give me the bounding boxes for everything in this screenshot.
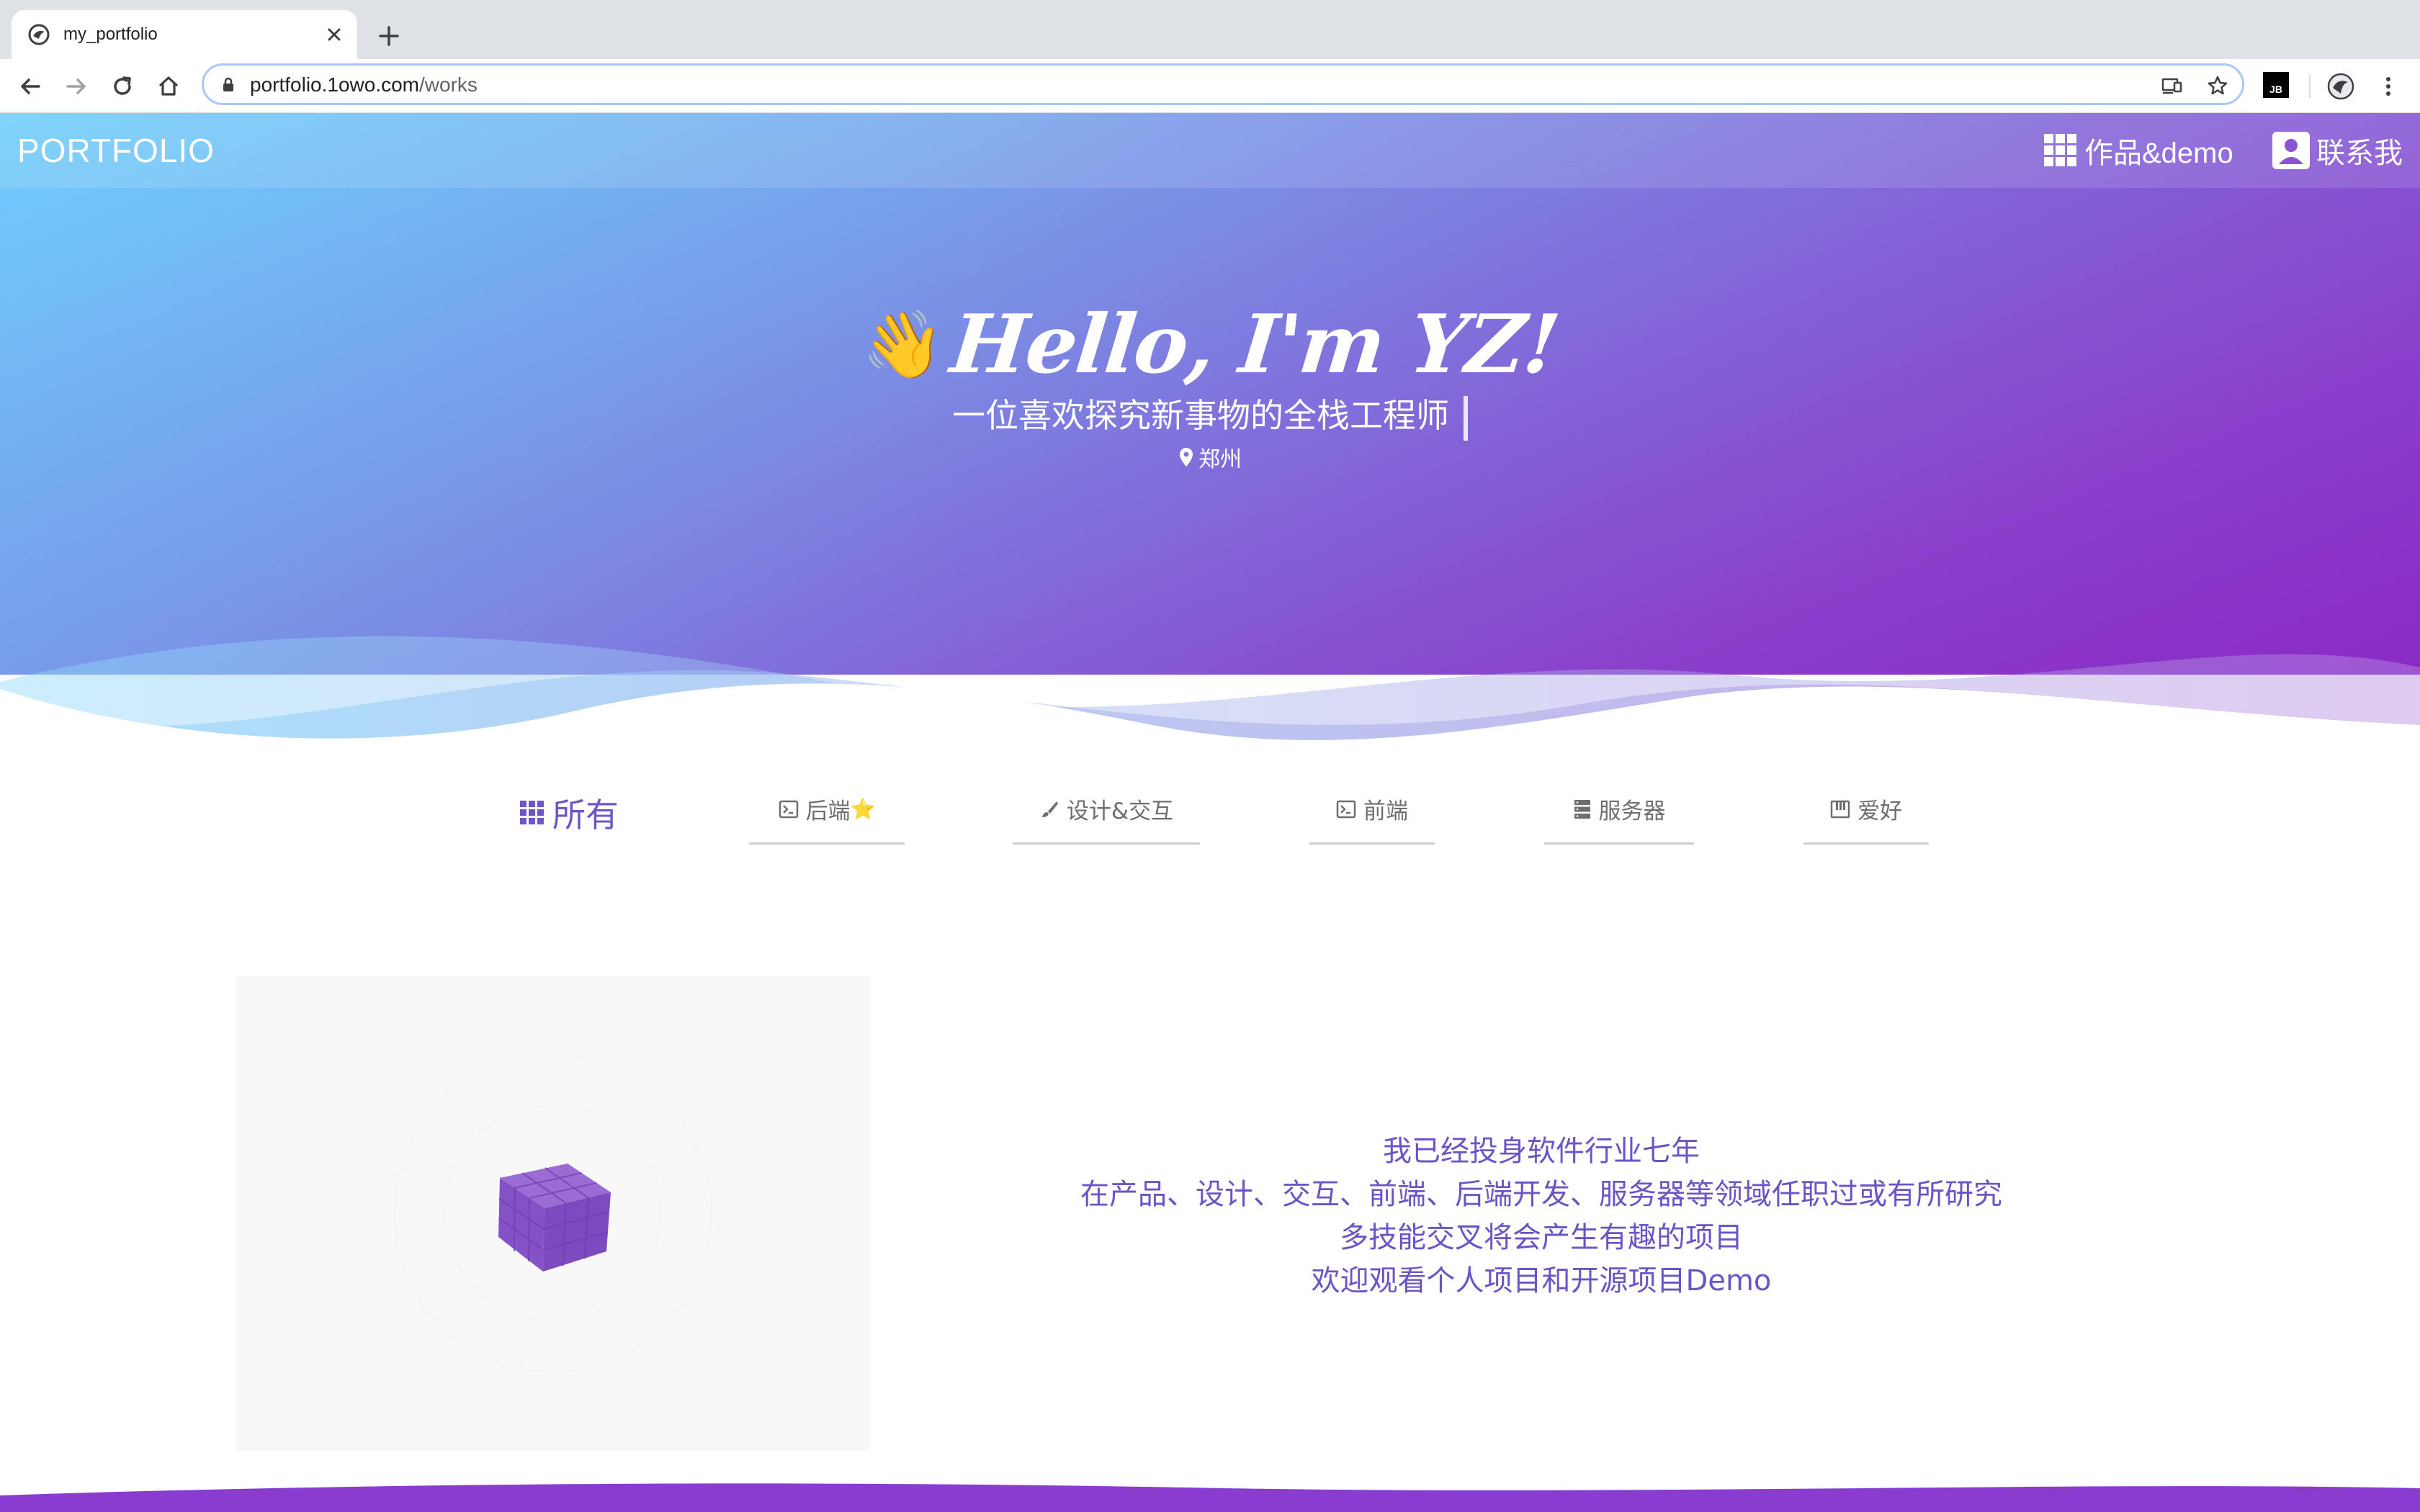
browser-menu-icon[interactable] (2374, 72, 2403, 101)
intro-line: 欢迎观看个人项目和开源项目Demo (1311, 1264, 1772, 1297)
tab-title: my_portfolio (63, 24, 158, 44)
filter-all[interactable]: 所有 (504, 778, 634, 847)
piano-icon (1830, 800, 1850, 818)
filter-design[interactable]: 设计&交互 (1013, 775, 1200, 845)
toolbar-divider (2309, 75, 2311, 98)
url-text[interactable]: portfolio.1owo.com/works (250, 73, 478, 97)
forward-icon[interactable] (62, 72, 91, 101)
filter-backend[interactable]: 后端 ⭐ (749, 775, 905, 845)
filter-server-label: 服务器 (1598, 798, 1666, 824)
rubiks-cube-animation[interactable] (236, 976, 870, 1451)
nav-contact-link[interactable]: 联系我 (2272, 130, 2403, 171)
filter-design-label: 设计&交互 (1066, 798, 1174, 824)
back-icon[interactable] (16, 72, 45, 101)
nav-contact-label: 联系我 (2316, 138, 2403, 169)
filter-server[interactable]: 服务器 (1544, 775, 1694, 845)
user-icon (2272, 132, 2310, 169)
hero-subtitle: 一位喜欢探究新事物的全栈工程师 (0, 394, 2420, 441)
browser-tab[interactable]: my_portfolio (12, 10, 357, 59)
terminal-icon (779, 800, 798, 818)
intro-line: 多技能交叉将会产生有趣的项目 (1340, 1221, 1743, 1254)
site-favicon-icon (28, 24, 50, 45)
home-icon[interactable] (154, 72, 183, 101)
intro-line: 我已经投身软件行业七年 (1383, 1135, 1700, 1168)
server-icon (1574, 799, 1590, 819)
profile-avatar-icon[interactable] (2326, 72, 2355, 101)
close-tab-icon[interactable] (321, 22, 347, 48)
cast-icon[interactable] (2160, 74, 2183, 97)
location-pin-icon (1180, 448, 1193, 467)
star-icon: ⭐ (850, 797, 876, 821)
lock-icon[interactable] (220, 76, 237, 94)
browser-toolbar: portfolio.1owo.com/works JB (0, 59, 2420, 113)
filter-frontend[interactable]: 前端 (1309, 775, 1435, 845)
jetbrains-extension-icon[interactable]: JB (2263, 72, 2289, 98)
brush-icon (1041, 801, 1058, 817)
hero-subtitle-text: 一位喜欢探究新事物的全栈工程师 (952, 396, 1449, 435)
footer-wave (0, 1483, 2420, 1512)
new-tab-icon[interactable] (375, 22, 403, 50)
browser-tabstrip: my_portfolio (0, 0, 2420, 59)
reload-icon[interactable] (108, 72, 137, 101)
nav-works-label: 作品&demo (2084, 138, 2233, 169)
nav-works-link[interactable]: 作品&demo (2043, 130, 2233, 171)
filter-hobby[interactable]: 爱好 (1803, 775, 1929, 845)
filter-all-label: 所有 (552, 796, 619, 834)
bookmark-star-icon[interactable] (2206, 74, 2229, 97)
page-viewport: PORTFOLIO 作品&demo 联系我 👋 Hello, I'm YZ! 一… (0, 113, 2420, 1512)
filter-backend-label: 后端 (805, 798, 851, 824)
hero-greeting: 👋 Hello, I'm YZ! (0, 294, 2420, 395)
cube-icon (394, 1054, 712, 1372)
grid-icon (2044, 134, 2076, 166)
location-text: 郑州 (1198, 447, 1242, 472)
filter-hobby-label: 爱好 (1857, 798, 1902, 824)
waving-hand-icon: 👋 (861, 306, 945, 383)
brand-logo[interactable]: PORTFOLIO (17, 130, 215, 171)
intro-line: 在产品、设计、交互、前端、后端开发、服务器等领域任职过或有所研究 (1080, 1178, 2002, 1211)
top-navbar: PORTFOLIO 作品&demo 联系我 (0, 113, 2420, 188)
filter-frontend-label: 前端 (1363, 798, 1408, 824)
typing-cursor (1464, 395, 1468, 441)
address-bar[interactable]: portfolio.1owo.com/works (202, 63, 2244, 105)
terminal-icon (1336, 800, 1356, 818)
hero-title: Hello, I'm YZ! (946, 297, 1564, 392)
category-filter-bar: 所有 后端 ⭐ 设计&交互 前端 服务器 爱好 (0, 775, 2420, 862)
hero-location: 郑州 (0, 441, 2420, 473)
hero-waves (0, 636, 2420, 797)
grid-icon (520, 801, 544, 824)
intro-text: 我已经投身软件行业七年 在产品、设计、交互、前端、后端开发、服务器等领域任职过或… (994, 1130, 2089, 1302)
